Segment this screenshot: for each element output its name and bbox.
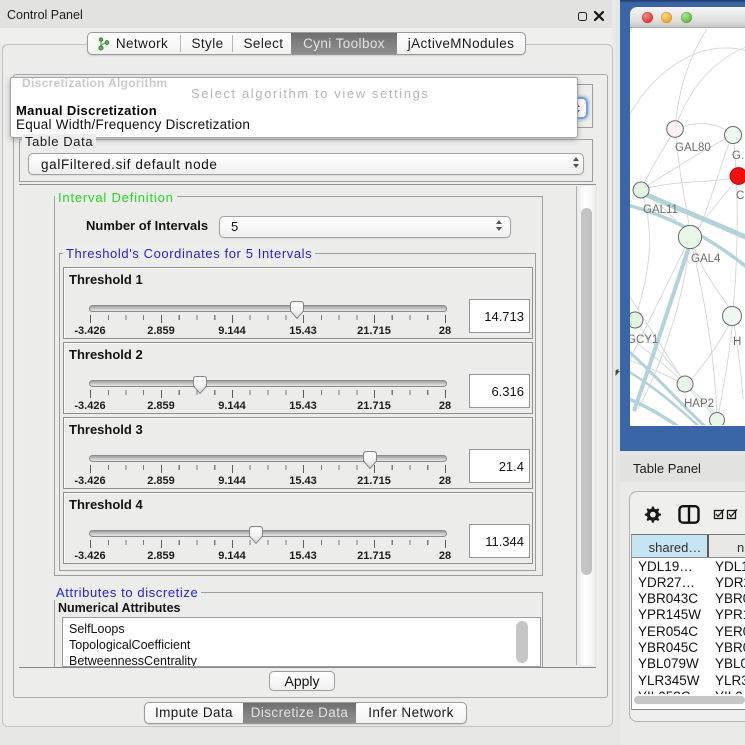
svg-text:HAP2: HAP2 — [684, 398, 714, 410]
svg-text:GAL4: GAL4 — [691, 253, 721, 265]
svg-text:G.: G. — [732, 150, 744, 162]
svg-text:GAL80: GAL80 — [675, 142, 711, 154]
svg-text:H: H — [733, 336, 741, 348]
svg-text:GCY1: GCY1 — [630, 334, 658, 346]
svg-text:C: C — [736, 190, 744, 202]
svg-text:GAL11: GAL11 — [643, 204, 678, 216]
